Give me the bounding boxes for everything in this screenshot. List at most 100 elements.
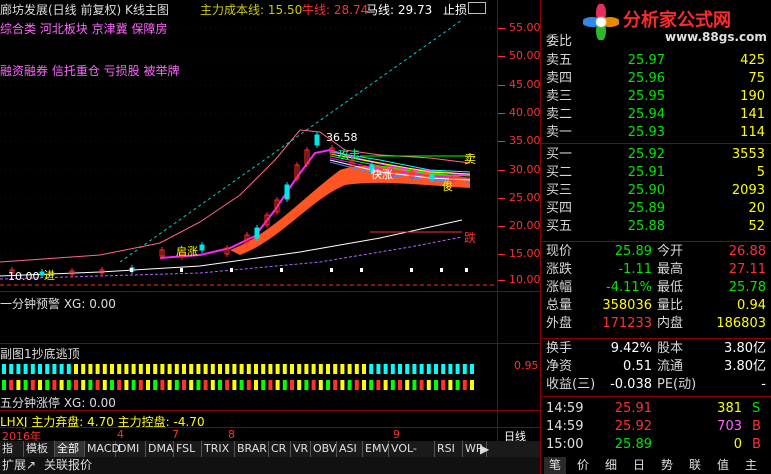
indicator-bar-top xyxy=(218,364,222,374)
tab-rsi[interactable]: RSI xyxy=(435,441,463,457)
right-tab[interactable]: 日 xyxy=(628,457,650,474)
indicator-bar-top xyxy=(239,364,244,374)
ask-row: 卖一 25.93 114 xyxy=(540,124,771,142)
indicator-bar-bottom xyxy=(167,380,172,390)
indicator-bar-top xyxy=(189,364,194,374)
stat-value: 0.94 xyxy=(737,298,766,313)
chart-control-button[interactable] xyxy=(468,2,486,14)
tab-scroll-right-icon[interactable]: ▶ xyxy=(480,441,489,457)
indicator-bar-top xyxy=(448,364,453,374)
bid-row: 买三 25.90 2093 xyxy=(540,182,771,200)
indicator-bar-bottom xyxy=(282,380,287,390)
stat-value: 358036 xyxy=(602,298,652,313)
tab-macd[interactable]: MACD xyxy=(85,441,120,457)
indicator-bar-top xyxy=(390,364,395,374)
indicator-tab-bar: 指标模板全部MACDDMIDMAFSLTRIXBRARCRVROBVASIEMV… xyxy=(0,441,540,471)
indicator-bar-top xyxy=(383,364,388,374)
indicator-bar-bottom xyxy=(383,380,388,390)
volume-dot xyxy=(465,268,468,272)
tab-obv[interactable]: OBV xyxy=(311,441,337,457)
tab-指标[interactable]: 指标 xyxy=(0,441,24,471)
tab-全部[interactable]: 全部 xyxy=(55,441,85,457)
indicator-bar-top xyxy=(9,364,14,374)
price-tick-mark xyxy=(497,28,505,29)
indicator-bar-bottom xyxy=(210,380,215,390)
tick-volume: 703 xyxy=(717,419,742,434)
main-kline-chart[interactable] xyxy=(0,0,497,291)
bid-label: 买二 xyxy=(546,165,573,180)
indicator-bar-bottom xyxy=(369,380,374,390)
indicator-bar-top xyxy=(304,364,309,374)
tab-related-quotes[interactable]: 关联报价 xyxy=(44,457,92,474)
indicator-bar-top xyxy=(225,364,230,374)
indicator-bar-bottom xyxy=(52,380,57,390)
indicator-bar-top xyxy=(146,364,150,374)
indicator-bar-bottom xyxy=(268,380,273,390)
indicator-bar-bottom xyxy=(138,380,143,390)
tab-fsl[interactable]: FSL xyxy=(174,441,202,457)
right-tab[interactable]: 细 xyxy=(600,457,622,474)
tab-expand[interactable]: 扩展↗ xyxy=(2,457,36,474)
tab-trix[interactable]: TRIX xyxy=(202,441,235,457)
right-tab[interactable]: 笔 xyxy=(544,457,566,474)
tab-模板[interactable]: 模板 xyxy=(24,441,55,457)
indicator-bar-top xyxy=(30,364,35,374)
bid-price: 25.88 xyxy=(627,219,665,234)
indicator-bar-top xyxy=(2,364,6,374)
indicator-bar-bottom xyxy=(326,380,330,390)
indicator-bar-top xyxy=(38,364,42,374)
right-tab[interactable]: 势 xyxy=(656,457,678,474)
stat-value: 27.11 xyxy=(728,262,766,277)
right-tab[interactable]: 联 xyxy=(684,457,706,474)
indicator-bar-bottom xyxy=(203,380,208,390)
tab-asi[interactable]: ASI xyxy=(337,441,363,457)
indicator-bar-top xyxy=(470,364,474,374)
stat-label: 股本 xyxy=(657,341,684,356)
stat-label: 量比 xyxy=(657,298,684,313)
stat-value: 0.51 xyxy=(623,359,652,374)
indicator-bar-top xyxy=(117,364,122,374)
tab-vol-tdx[interactable]: VOL-TDX xyxy=(389,441,435,471)
right-tab[interactable]: 价 xyxy=(572,457,594,474)
tab-brar[interactable]: BRAR xyxy=(235,441,269,457)
volume-dot xyxy=(440,268,443,272)
tick-time: 15:00 xyxy=(546,437,584,452)
ask-row: 卖三 25.95 190 xyxy=(540,88,771,106)
quote-divider xyxy=(540,338,771,339)
bid-row: 买五 25.88 52 xyxy=(540,218,771,236)
month-7-label: 7 xyxy=(172,428,179,441)
indicator-bar-top xyxy=(23,364,28,374)
right-tab[interactable]: 主 xyxy=(740,457,762,474)
horse-line-label: 马线: 29.73 xyxy=(366,3,433,17)
indicator-bar-top xyxy=(102,364,107,374)
indicator-bar-bottom xyxy=(189,380,194,390)
month-9-label: 9 xyxy=(393,428,400,441)
ask-row: 卖四 25.96 75 xyxy=(540,70,771,88)
tab-dmi[interactable]: DMI xyxy=(116,441,146,457)
stat-label: 收益(三) xyxy=(546,377,596,392)
bid-label: 买五 xyxy=(546,219,573,234)
price-tick: 10.00 xyxy=(509,273,541,286)
right-tab[interactable]: 值 xyxy=(712,457,734,474)
indicator-bar-bottom xyxy=(117,380,122,390)
indicator-bar-top xyxy=(362,364,366,374)
indicator-bar-bottom xyxy=(196,380,201,390)
bottom-top-indicator-label: 副图1抄底逃顶 xyxy=(0,347,80,361)
quote-divider xyxy=(540,396,771,397)
indicator-bar-top xyxy=(297,364,302,374)
tab-vr[interactable]: VR xyxy=(291,441,311,457)
indicator-bar-bottom xyxy=(275,380,280,390)
price-tick-mark xyxy=(497,198,505,199)
chart-title: 廊坊发展(日线 前复权) K线主图 xyxy=(0,3,169,17)
tab-emv[interactable]: EMV xyxy=(363,441,389,457)
tab-cr[interactable]: CR xyxy=(269,441,291,457)
indicator-bar-top xyxy=(167,364,172,374)
bull-line-label: 牛线: 28.74 xyxy=(302,3,369,17)
volume-dot xyxy=(180,268,183,272)
tab-dma[interactable]: DMA xyxy=(146,441,174,457)
indicator-bar-top xyxy=(261,364,266,374)
ask-label: 卖二 xyxy=(546,107,573,122)
book-divider xyxy=(540,143,771,144)
attack-signal: 攻击 xyxy=(338,148,360,161)
price-tick-mark xyxy=(497,254,505,255)
